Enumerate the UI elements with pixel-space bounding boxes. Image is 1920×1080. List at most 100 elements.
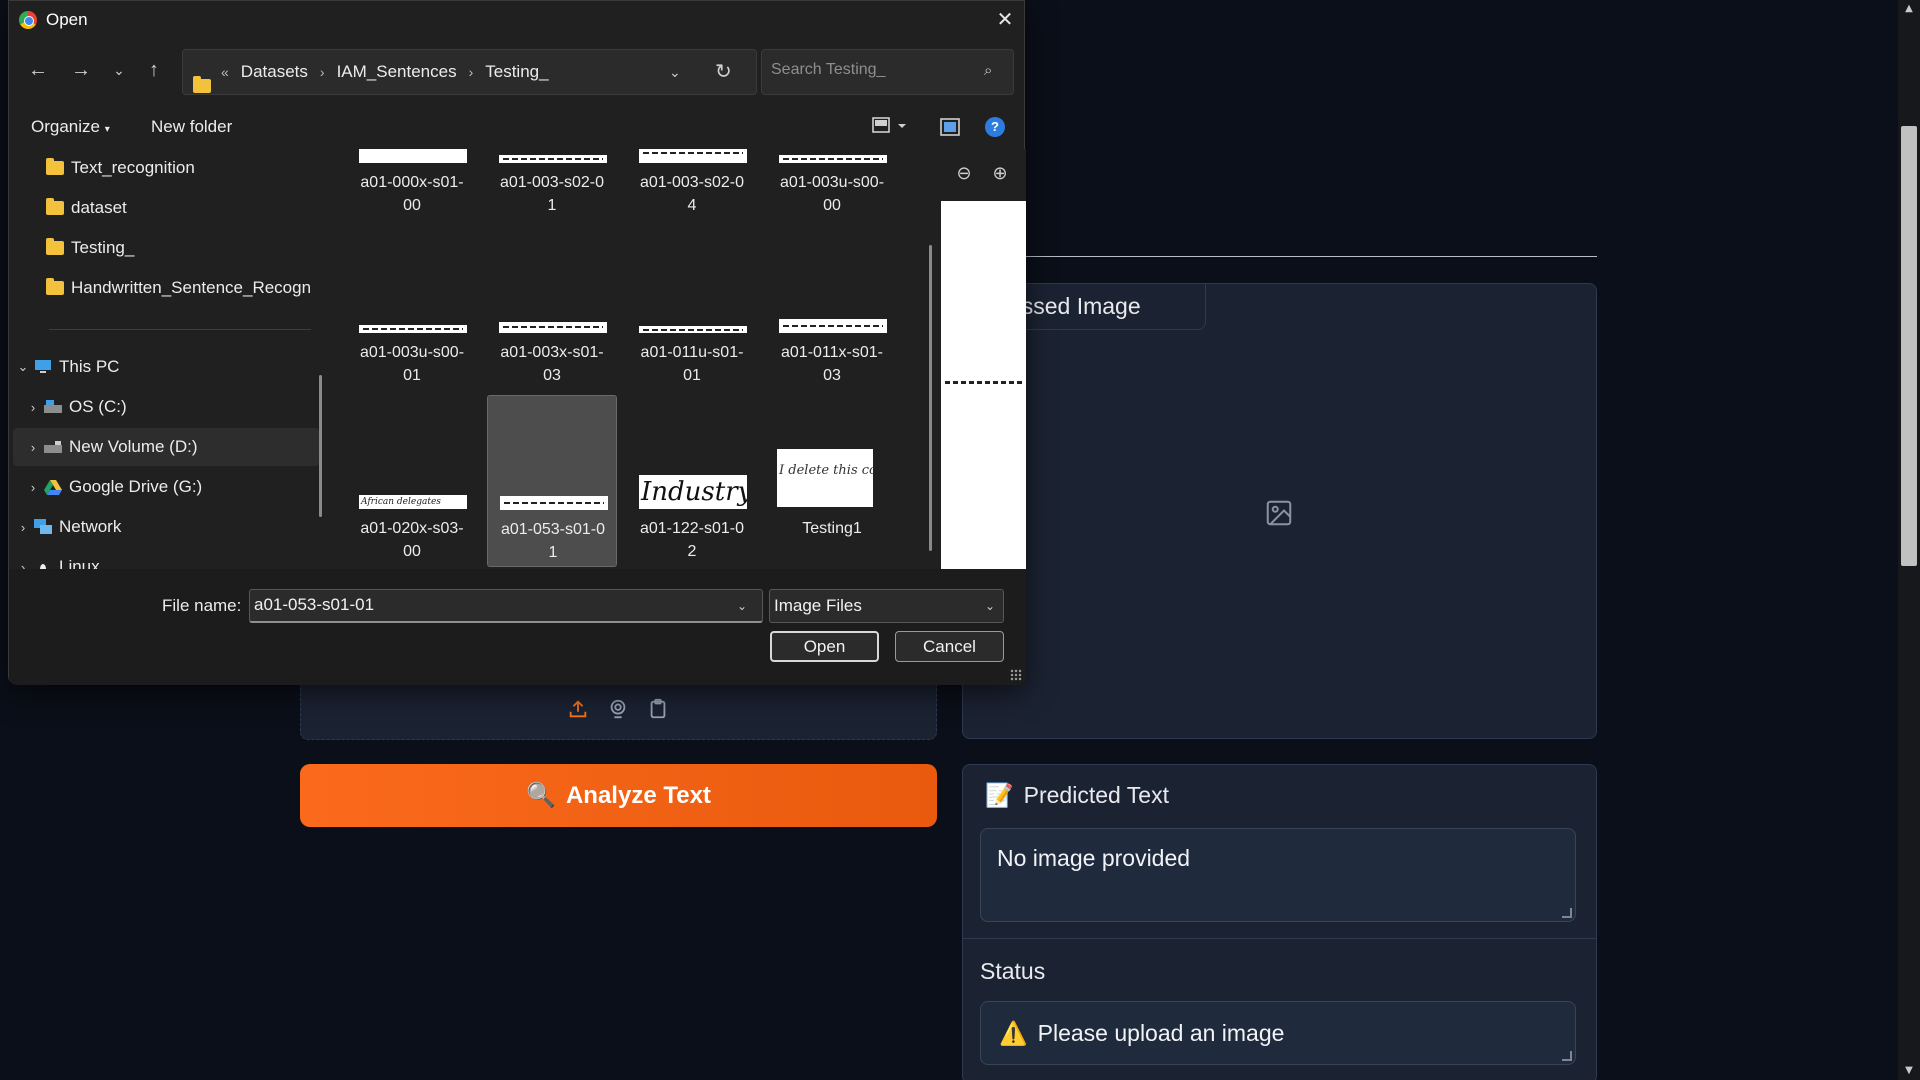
close-icon[interactable]: ✕ [992, 7, 1018, 33]
nav-item-new-volume-d[interactable]: › New Volume (D:) [13, 428, 319, 466]
address-bar[interactable]: « Datasets › IAM_Sentences › Testing_ ⌄ … [182, 49, 757, 95]
zoom-in-icon[interactable]: ⊕ [988, 161, 1012, 185]
file-name-line2: 00 [823, 197, 841, 214]
search-box[interactable]: ⌕ [761, 49, 1014, 95]
organize-menu[interactable]: Organize ▾ [31, 117, 110, 137]
chevron-right-icon[interactable]: › [13, 520, 33, 535]
nav-item-label: Network [59, 517, 122, 536]
nav-item-google-drive[interactable]: › Google Drive (G:) [13, 468, 319, 506]
file-thumbnail [639, 326, 747, 333]
new-folder-button[interactable]: New folder [151, 117, 232, 137]
breadcrumb-overflow-icon[interactable]: « [221, 64, 229, 80]
file-item[interactable]: a01-000x-s01- 00 [347, 149, 477, 293]
nav-item-text-recognition[interactable]: Text_recognition [13, 149, 319, 187]
predicted-text-output[interactable]: No image provided [980, 828, 1576, 922]
analyze-text-button[interactable]: 🔍 Analyze Text [300, 764, 937, 827]
file-thumbnail [359, 149, 467, 163]
organize-label: Organize [31, 117, 100, 136]
chevron-right-icon[interactable]: › [23, 480, 43, 495]
nav-item-linux[interactable]: › Linux [13, 548, 319, 569]
chevron-right-icon[interactable]: › [23, 440, 43, 455]
nav-item-network[interactable]: › Network [13, 508, 319, 546]
chevron-right-icon[interactable]: › [13, 560, 33, 570]
chevron-right-icon[interactable]: › [23, 400, 43, 415]
preview-pane-icon[interactable] [938, 115, 962, 139]
breadcrumb-chevron-icon[interactable]: › [469, 64, 474, 80]
search-icon[interactable]: ⌕ [984, 62, 992, 79]
status-output[interactable]: ⚠️ Please upload an image [980, 1001, 1576, 1065]
clipboard-icon[interactable] [646, 697, 670, 721]
results-divider [963, 938, 1596, 939]
resize-handle-icon[interactable] [1010, 669, 1022, 681]
nav-item-testing[interactable]: Testing_ [13, 229, 319, 267]
cancel-button[interactable]: Cancel [895, 631, 1004, 662]
nav-item-handwritten-sentence[interactable]: Handwritten_Sentence_Recogn [13, 269, 319, 307]
file-name-line1: a01-053-s01-0 [500, 521, 606, 538]
organize-dropdown-icon: ▾ [104, 124, 110, 135]
file-item[interactable]: a01-003u-s00- 00 [767, 149, 897, 293]
magnifier-emoji-icon: 🔍 [526, 782, 556, 809]
forward-arrow-icon[interactable]: → [66, 55, 96, 85]
file-item[interactable]: Industry. a01-122-s01-0 2 [627, 395, 757, 567]
recent-locations-chevron-icon[interactable]: ⌄ [104, 55, 134, 85]
section-divider [1020, 256, 1597, 257]
scroll-up-arrow-icon[interactable]: ▲ [1898, 0, 1920, 18]
webcam-icon[interactable] [606, 697, 630, 721]
breadcrumb-iam-sentences[interactable]: IAM_Sentences [337, 62, 457, 82]
view-options-button[interactable] [871, 115, 909, 142]
google-drive-icon [43, 477, 63, 497]
help-icon[interactable]: ? [983, 115, 1007, 139]
file-name-dropdown-icon[interactable]: ⌄ [737, 599, 747, 613]
dialog-titlebar[interactable]: Open ✕ [9, 1, 1026, 39]
folder-icon [46, 278, 64, 295]
nav-scrollbar[interactable] [319, 375, 322, 517]
nav-item-dataset[interactable]: dataset [13, 189, 319, 227]
breadcrumb: « Datasets › IAM_Sentences › Testing_ [221, 62, 549, 82]
refresh-icon[interactable]: ↻ [715, 59, 732, 84]
open-button[interactable]: Open [770, 631, 879, 662]
scroll-down-arrow-icon[interactable]: ▼ [1898, 1062, 1920, 1080]
address-dropdown-icon[interactable]: ⌄ [669, 64, 681, 81]
folder-icon [46, 198, 64, 215]
folder-icon [193, 76, 211, 93]
nav-divider [49, 329, 311, 330]
file-thumbnail [639, 149, 747, 163]
chevron-down-icon[interactable]: ⌄ [13, 359, 33, 375]
file-thumbnail [779, 155, 887, 163]
upload-icon[interactable] [566, 697, 590, 721]
file-name-line2: 00 [403, 543, 421, 560]
file-item[interactable]: I delete this comb Testing1 [767, 395, 897, 567]
file-open-dialog: Open ✕ ← → ⌄ ↑ « Datasets › IAM_Sentence… [8, 0, 1026, 685]
file-item[interactable]: a01-003-s02-0 1 [487, 149, 617, 293]
file-type-dropdown-icon[interactable]: ⌄ [985, 599, 995, 613]
file-name-input[interactable]: a01-053-s01-01 [249, 589, 763, 623]
resize-grip-icon[interactable] [1562, 908, 1572, 918]
nav-item-label: New Volume (D:) [69, 437, 198, 456]
breadcrumb-chevron-icon[interactable]: › [320, 64, 325, 80]
breadcrumb-testing[interactable]: Testing_ [485, 62, 548, 82]
dialog-footer: File name: a01-053-s01-01 ⌄ Image Files … [9, 569, 1026, 685]
dialog-content: Text_recognition dataset Testing_ Handwr… [9, 149, 1026, 569]
file-item[interactable]: African delegates a01-020x-s03- 00 [347, 395, 477, 567]
dialog-toolbar: Organize ▾ New folder ? [9, 109, 1026, 145]
image-placeholder-icon [1266, 500, 1292, 526]
nav-item-label: Linux [59, 557, 100, 569]
analyze-button-label: Analyze Text [565, 781, 711, 809]
preview-toolbar: ⊖ ⊕ [941, 149, 1026, 201]
file-name-label: File name: [162, 596, 242, 615]
nav-item-this-pc[interactable]: ⌄ This PC [13, 348, 319, 386]
page-scrollbar[interactable]: ▲ ▼ [1898, 0, 1920, 1080]
resize-grip-icon[interactable] [1562, 1051, 1572, 1061]
grid-scrollbar[interactable] [929, 245, 932, 551]
up-arrow-icon[interactable]: ↑ [139, 55, 169, 85]
breadcrumb-datasets[interactable]: Datasets [241, 62, 308, 82]
back-arrow-icon[interactable]: ← [23, 55, 53, 85]
file-item-selected[interactable]: a01-053-s01-0 1 [487, 395, 617, 567]
search-input[interactable] [771, 61, 971, 79]
file-name-line2: 4 [687, 197, 697, 214]
nav-item-os-c[interactable]: › OS (C:) [13, 388, 319, 426]
zoom-out-icon[interactable]: ⊖ [952, 161, 976, 185]
scrollbar-thumb[interactable] [1901, 126, 1917, 566]
file-type-select[interactable]: Image Files [769, 589, 1004, 623]
file-item[interactable]: a01-003-s02-0 4 [627, 149, 757, 293]
